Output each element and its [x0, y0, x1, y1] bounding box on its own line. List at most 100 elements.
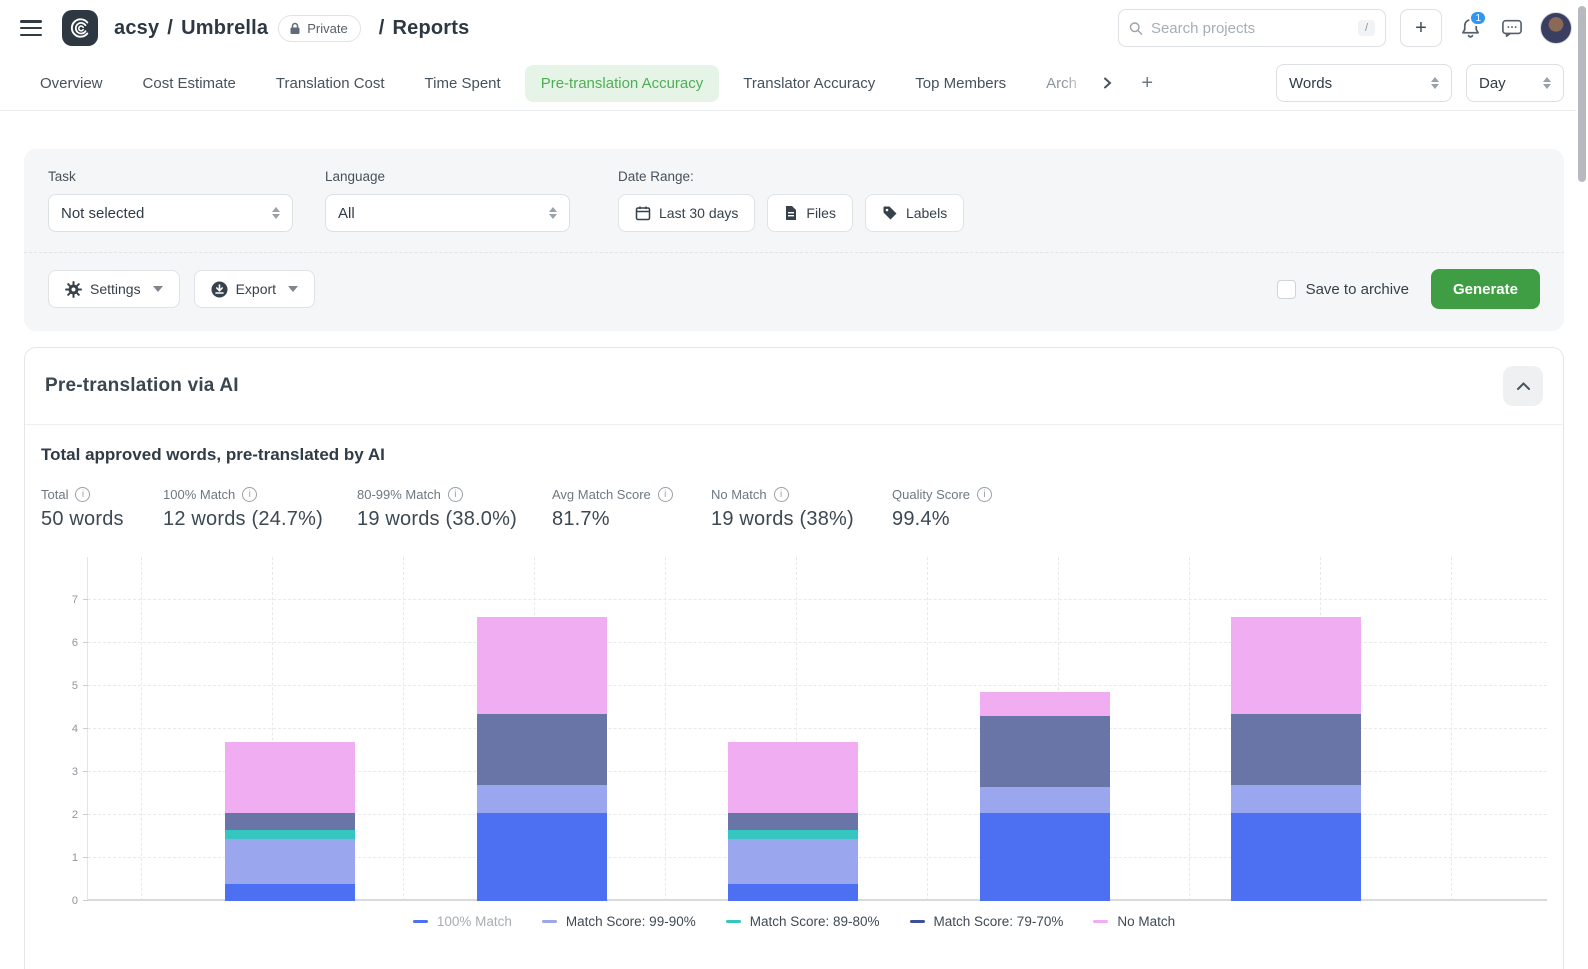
privacy-badge-label: Private: [307, 21, 347, 36]
user-avatar[interactable]: [1540, 12, 1572, 44]
add-report-tab-button[interactable]: +: [1130, 66, 1164, 100]
notification-count-badge: 1: [1469, 10, 1487, 26]
hamburger-menu-icon[interactable]: [20, 20, 42, 36]
bar-segment-100-match[interactable]: [1231, 813, 1361, 901]
bar-segment-match-score-99-90-[interactable]: [980, 787, 1110, 813]
stat-label: 80-99% Match: [357, 487, 441, 502]
stat-label: Quality Score: [892, 487, 970, 502]
lock-icon: [289, 22, 301, 35]
bar-segment-match-score-79-70-[interactable]: [1231, 714, 1361, 785]
top-header: acsy / Umbrella Private / Reports / + 1: [0, 0, 1588, 56]
legend-item-match-score-79-70-[interactable]: Match Score: 79-70%: [910, 914, 1064, 929]
info-icon[interactable]: i: [977, 487, 992, 502]
export-button-label: Export: [236, 281, 276, 297]
legend-item-100-match[interactable]: 100% Match: [413, 914, 512, 929]
tab-time-spent[interactable]: Time Spent: [409, 65, 517, 102]
scrollbar-thumb[interactable]: [1578, 6, 1586, 182]
bar-1[interactable]: [225, 742, 355, 901]
bar-segment-match-score-79-70-[interactable]: [980, 716, 1110, 787]
task-select[interactable]: Not selected: [48, 194, 293, 232]
unit-select[interactable]: Words: [1276, 64, 1452, 102]
date-range-label: Date Range:: [618, 169, 964, 184]
save-to-archive-checkbox[interactable]: [1277, 280, 1296, 299]
date-range-button[interactable]: Last 30 days: [618, 194, 755, 232]
legend-item-match-score-89-80-[interactable]: Match Score: 89-80%: [726, 914, 880, 929]
save-to-archive-label: Save to archive: [1306, 281, 1409, 298]
legend-item-match-score-99-90-[interactable]: Match Score: 99-90%: [542, 914, 696, 929]
bar-segment-match-score-99-90-[interactable]: [728, 839, 858, 884]
bar-segment-no-match[interactable]: [980, 692, 1110, 716]
y-tick-label: 5: [72, 680, 78, 692]
legend-item-no-match[interactable]: No Match: [1093, 914, 1175, 929]
bar-segment-100-match[interactable]: [728, 884, 858, 901]
gridline: [403, 557, 404, 901]
bar-segment-100-match[interactable]: [980, 813, 1110, 901]
breadcrumb-project[interactable]: Umbrella: [181, 17, 268, 40]
task-filter-label: Task: [48, 169, 293, 184]
tab-top-members[interactable]: Top Members: [899, 65, 1022, 102]
labels-filter-button[interactable]: Labels: [865, 194, 964, 232]
tab-arch[interactable]: Arch: [1030, 65, 1092, 102]
notifications-button[interactable]: 1: [1456, 14, 1484, 42]
language-select[interactable]: All: [325, 194, 570, 232]
info-icon[interactable]: i: [448, 487, 463, 502]
create-project-button[interactable]: +: [1400, 9, 1442, 47]
bar-segment-no-match[interactable]: [477, 617, 607, 714]
search-input[interactable]: [1151, 20, 1350, 37]
tab-pre-translation-accuracy[interactable]: Pre-translation Accuracy: [525, 65, 720, 102]
bar-segment-100-match[interactable]: [477, 813, 607, 901]
task-select-value: Not selected: [61, 205, 262, 222]
tab-translation-cost[interactable]: Translation Cost: [260, 65, 401, 102]
tab-overview[interactable]: Overview: [24, 65, 119, 102]
info-icon[interactable]: i: [658, 487, 673, 502]
y-tick-label: 0: [72, 895, 78, 907]
bar-segment-match-score-79-70-[interactable]: [728, 813, 858, 830]
app-logo[interactable]: [62, 10, 98, 46]
tab-translator-accuracy[interactable]: Translator Accuracy: [727, 65, 891, 102]
date-range-value: Last 30 days: [659, 205, 738, 221]
report-card-title: Pre-translation via AI: [45, 375, 239, 397]
settings-dropdown-button[interactable]: Settings: [48, 270, 180, 308]
bar-segment-match-score-79-70-[interactable]: [225, 813, 355, 830]
files-filter-button[interactable]: Files: [767, 194, 853, 232]
gridline: [1189, 557, 1190, 901]
bar-3[interactable]: [728, 742, 858, 901]
stat-80-99-match: 80-99% Matchi19 words (38.0%): [357, 487, 552, 531]
stat-value: 50 words: [41, 508, 163, 531]
period-select-value: Day: [1479, 75, 1533, 92]
info-icon[interactable]: i: [774, 487, 789, 502]
legend-swatch: [910, 920, 925, 924]
messages-button[interactable]: [1498, 14, 1526, 42]
bar-segment-match-score-99-90-[interactable]: [1231, 785, 1361, 813]
tabs-scroll-right-button[interactable]: [1092, 66, 1122, 100]
bar-segment-no-match[interactable]: [225, 742, 355, 813]
tab-cost-estimate[interactable]: Cost Estimate: [127, 65, 252, 102]
summary-stats-row: Totali50 words100% Matchi12 words (24.7%…: [41, 487, 1547, 531]
calendar-icon: [635, 205, 651, 221]
generate-button[interactable]: Generate: [1431, 269, 1540, 309]
export-dropdown-button[interactable]: Export: [194, 270, 315, 308]
page-scrollbar[interactable]: [1576, 0, 1588, 969]
gridline: [141, 557, 142, 901]
bar-segment-match-score-99-90-[interactable]: [225, 839, 355, 884]
bar-2[interactable]: [477, 617, 607, 901]
bar-segment-100-match[interactable]: [225, 884, 355, 901]
stat-avg-match-score: Avg Match Scorei81.7%: [552, 487, 711, 531]
info-icon[interactable]: i: [75, 487, 90, 502]
info-icon[interactable]: i: [242, 487, 257, 502]
breadcrumb-org[interactable]: acsy: [114, 17, 159, 40]
search-projects-box[interactable]: /: [1118, 9, 1386, 47]
save-to-archive-option[interactable]: Save to archive: [1277, 280, 1409, 299]
bar-4[interactable]: [980, 692, 1110, 901]
bar-segment-match-score-99-90-[interactable]: [477, 785, 607, 813]
bar-5[interactable]: [1231, 617, 1361, 901]
period-select[interactable]: Day: [1466, 64, 1564, 102]
bar-segment-no-match[interactable]: [1231, 617, 1361, 714]
collapse-card-button[interactable]: [1503, 366, 1543, 406]
bar-segment-match-score-89-80-[interactable]: [728, 830, 858, 839]
bar-segment-no-match[interactable]: [728, 742, 858, 813]
bar-segment-match-score-79-70-[interactable]: [477, 714, 607, 785]
y-tick-label: 1: [72, 852, 78, 864]
stat-label: Avg Match Score: [552, 487, 651, 502]
bar-segment-match-score-89-80-[interactable]: [225, 830, 355, 839]
